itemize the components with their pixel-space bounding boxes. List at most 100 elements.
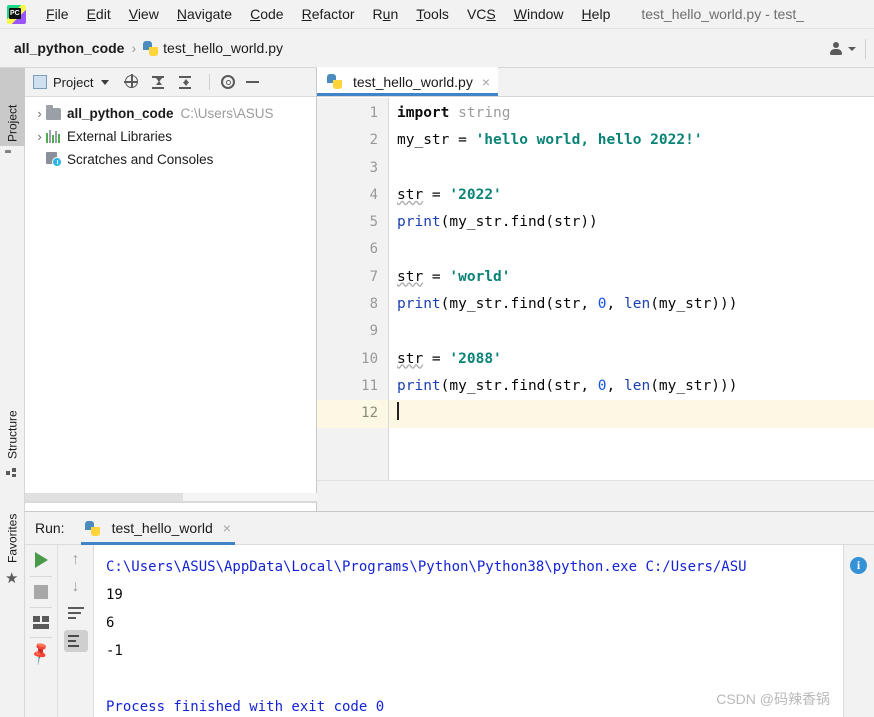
tree-item[interactable]: › all_python_code C:\Users\ASUS bbox=[25, 102, 316, 125]
code-editor[interactable]: 1 2 3 4 5 6 7 8 9 10 11 12 import string my_str = 'h… bbox=[317, 98, 874, 480]
run-panel-label: Run: bbox=[35, 520, 65, 536]
line-number: 6 bbox=[369, 241, 378, 258]
scroll-to-end-icon[interactable] bbox=[63, 630, 88, 652]
editor-bottom-filler bbox=[317, 480, 874, 511]
code-line[interactable]: print(my_str.find(str, 0, len(my_str))) bbox=[389, 373, 874, 400]
project-panel: Project › all_python_code C:\Users\ASUS … bbox=[25, 68, 317, 511]
sidebar-tab-project[interactable]: Project bbox=[0, 68, 25, 146]
code-line[interactable]: print(my_str.find(str)) bbox=[389, 209, 874, 236]
tree-item[interactable]: › External Libraries bbox=[25, 125, 316, 148]
chevron-right-icon[interactable]: › bbox=[33, 107, 46, 120]
code-line[interactable]: str = '2088' bbox=[389, 346, 874, 373]
menu-item-vcs[interactable]: VCS bbox=[458, 4, 505, 24]
run-tab-label: test_hello_world bbox=[111, 520, 213, 536]
menu-item-edit[interactable]: Edit bbox=[78, 4, 120, 24]
run-icon[interactable] bbox=[34, 552, 48, 568]
toolbar-divider bbox=[30, 607, 52, 608]
pycharm-logo-icon bbox=[7, 4, 26, 24]
line-number: 7 bbox=[369, 268, 378, 285]
menu-item-help[interactable]: Help bbox=[573, 4, 620, 24]
code-token: print bbox=[397, 214, 441, 231]
breadcrumb-file[interactable]: test_hello_world.py bbox=[143, 40, 283, 56]
info-icon[interactable]: i bbox=[850, 557, 867, 574]
settings-gear-icon[interactable] bbox=[221, 75, 236, 89]
expand-all-icon[interactable] bbox=[151, 74, 167, 90]
line-number: 2 bbox=[369, 132, 378, 149]
menu-item-view[interactable]: View bbox=[120, 4, 168, 24]
tree-item[interactable]: Scratches and Consoles bbox=[25, 148, 316, 171]
chevron-right-icon[interactable]: › bbox=[33, 130, 46, 143]
locate-target-icon[interactable] bbox=[124, 74, 140, 90]
layout-icon[interactable] bbox=[33, 616, 49, 629]
code-token: 0 bbox=[597, 296, 607, 313]
scroll-up-icon[interactable]: ↑ bbox=[72, 552, 80, 568]
tree-item-label: all_python_code bbox=[67, 106, 174, 121]
menu-item-navigate[interactable]: Navigate bbox=[168, 4, 241, 24]
libraries-icon bbox=[46, 130, 62, 143]
editor-tab-test-hello-world[interactable]: test_hello_world.py × bbox=[317, 67, 499, 96]
code-line[interactable] bbox=[389, 155, 874, 182]
hide-minimize-icon[interactable] bbox=[246, 81, 260, 83]
code-line[interactable] bbox=[389, 400, 874, 428]
menu-item-run[interactable]: Run bbox=[364, 4, 408, 24]
menu-item-file[interactable]: File bbox=[37, 4, 78, 24]
breadcrumb-project[interactable]: all_python_code bbox=[14, 40, 124, 56]
project-view-icon bbox=[33, 75, 47, 89]
code-token: str bbox=[397, 186, 424, 203]
project-panel-toolbar bbox=[124, 74, 260, 90]
code-line[interactable] bbox=[389, 318, 874, 345]
code-token: print bbox=[397, 377, 441, 394]
code-token: '2022' bbox=[449, 186, 502, 203]
menu-item-code[interactable]: Code bbox=[241, 4, 292, 24]
code-token: = bbox=[423, 268, 450, 285]
console-right-rail: i bbox=[843, 545, 874, 717]
menu-item-refactor[interactable]: Refactor bbox=[293, 4, 364, 24]
code-line[interactable]: str = '2022' bbox=[389, 182, 874, 209]
code-token: 'hello world, hello 2022!' bbox=[475, 132, 703, 149]
console-line: 6 bbox=[106, 615, 115, 631]
menu-item-window[interactable]: Window bbox=[505, 4, 573, 24]
code-token: str bbox=[397, 268, 424, 285]
line-number: 3 bbox=[369, 159, 378, 176]
code-token: '2088' bbox=[449, 350, 502, 367]
code-token: 0 bbox=[597, 377, 607, 394]
python-file-icon bbox=[327, 74, 342, 89]
run-panel: Run: test_hello_world × 📌 ↑ ↓ C:\Users\A… bbox=[25, 511, 874, 717]
code-line[interactable]: my_str = 'hello world, hello 2022!' bbox=[389, 127, 874, 154]
menu-item-tools[interactable]: Tools bbox=[407, 4, 458, 24]
run-panel-header: Run: test_hello_world × bbox=[25, 512, 874, 545]
code-token: (my_str.find(str, bbox=[440, 377, 598, 394]
chevron-down-icon[interactable] bbox=[848, 47, 856, 51]
code-line[interactable]: str = 'world' bbox=[389, 264, 874, 291]
navbar-right-actions bbox=[829, 39, 866, 59]
close-icon[interactable]: × bbox=[482, 74, 490, 90]
breadcrumb-project-label: all_python_code bbox=[14, 40, 125, 56]
editor-area: test_hello_world.py × 1 2 3 4 5 6 7 8 9 10 11 12 im… bbox=[317, 67, 874, 511]
code-line[interactable]: print(my_str.find(str, 0, len(my_str))) bbox=[389, 291, 874, 318]
close-icon[interactable]: × bbox=[223, 520, 231, 536]
sidebar-tab-favorites[interactable]: Favorites bbox=[0, 493, 25, 567]
tree-item-path: C:\Users\ASUS bbox=[180, 106, 274, 121]
chevron-down-icon[interactable] bbox=[101, 79, 110, 85]
code-content[interactable]: import string my_str = 'hello world, hell… bbox=[389, 98, 874, 480]
person-icon[interactable] bbox=[829, 41, 845, 57]
project-horizontal-scrollbar[interactable] bbox=[25, 491, 317, 503]
pin-icon[interactable]: 📌 bbox=[28, 641, 54, 666]
code-token: (my_str.find(str, bbox=[440, 296, 598, 313]
line-number: 5 bbox=[369, 214, 378, 231]
collapse-all-icon[interactable] bbox=[178, 74, 194, 90]
left-tool-strip: Project Structure Favorites ★ bbox=[0, 68, 25, 717]
code-line[interactable] bbox=[389, 236, 874, 263]
line-number: 1 bbox=[369, 105, 378, 121]
sidebar-tab-structure[interactable]: Structure bbox=[0, 383, 25, 463]
line-number: 8 bbox=[369, 296, 378, 313]
code-token: 'world' bbox=[449, 268, 511, 285]
stop-icon[interactable] bbox=[34, 585, 48, 599]
scroll-down-icon[interactable]: ↓ bbox=[72, 579, 80, 595]
soft-wrap-icon[interactable] bbox=[67, 606, 84, 619]
run-tab[interactable]: test_hello_world × bbox=[80, 512, 236, 545]
code-token: string bbox=[458, 105, 511, 121]
code-line[interactable]: import string bbox=[389, 100, 874, 127]
navigation-bar: all_python_code › test_hello_world.py bbox=[0, 29, 874, 68]
